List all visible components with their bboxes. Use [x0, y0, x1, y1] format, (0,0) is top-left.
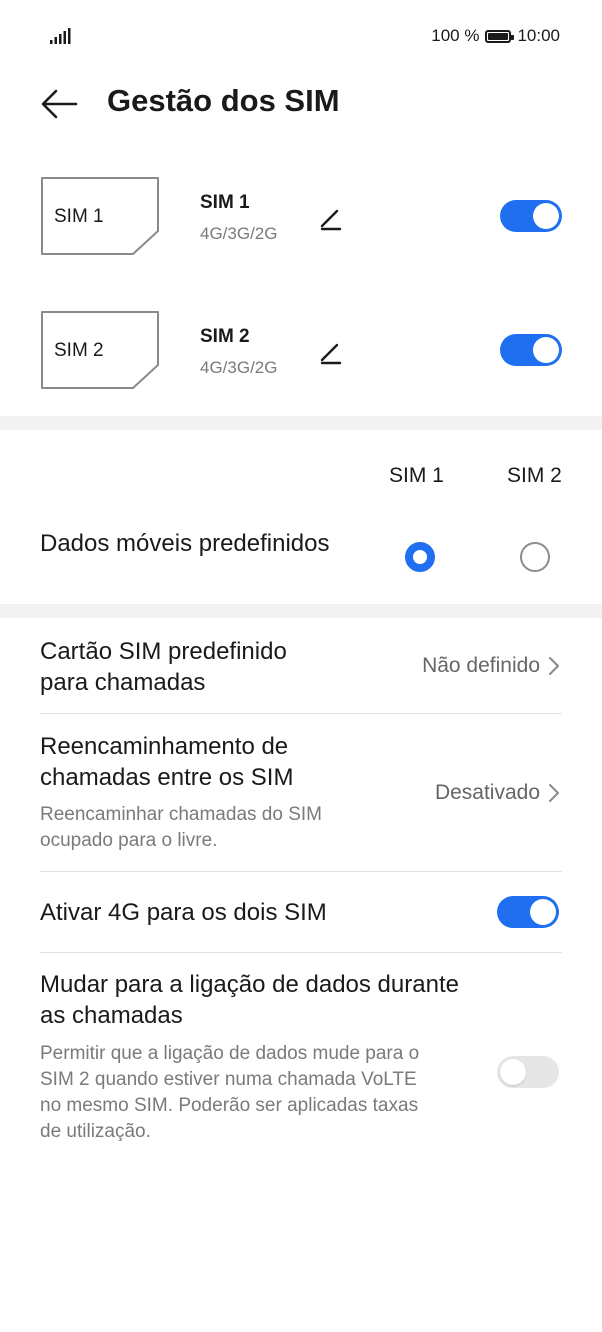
status-right: 100 % 10:00 — [431, 26, 560, 46]
back-arrow-icon[interactable] — [36, 82, 80, 126]
enable-4g-row: Ativar 4G para os dois SIM — [0, 872, 602, 952]
data-switch-title: Mudar para a ligação de dados durante as… — [40, 971, 459, 1029]
sim2-toggle[interactable] — [500, 334, 562, 366]
sim-name: SIM 1 — [200, 192, 250, 213]
call-forwarding-value: Desativado — [435, 781, 560, 805]
battery-fill — [488, 32, 509, 40]
mobile-data-sim1-radio[interactable] — [405, 542, 435, 572]
edit-icon[interactable] — [316, 338, 346, 368]
sim-card-label: SIM 2 — [54, 340, 104, 361]
column-header-sim2: SIM 2 — [507, 464, 562, 487]
data-switch-row: Mudar para a ligação de dados durante as… — [0, 953, 602, 1183]
toggle-knob — [500, 1059, 526, 1085]
sim-network: 4G/3G/2G — [200, 224, 278, 243]
section-divider — [0, 416, 602, 430]
toggle-knob — [533, 203, 559, 229]
default-call-sim-title: Cartão SIM predefinido para chamadas — [40, 638, 287, 696]
column-header-sim1: SIM 1 — [389, 464, 444, 487]
enable-4g-toggle[interactable] — [497, 896, 559, 928]
call-forwarding-value-text: Desativado — [434, 781, 540, 804]
mobile-data-title: Dados móveis predefinidos — [40, 530, 330, 557]
status-bar: 100 % 10:00 — [0, 0, 602, 60]
section-divider — [0, 604, 602, 618]
status-time: 10:00 — [517, 26, 560, 45]
battery-percent: 100 % — [431, 26, 480, 45]
page-title: Gestão dos SIM — [107, 83, 340, 118]
sim2-row: SIM 2 SIM 2 4G/3G/2G — [0, 304, 602, 404]
call-forwarding-subtitle: Reencaminhar chamadas do SIM ocupado par… — [40, 804, 322, 851]
toggle-knob — [533, 337, 559, 363]
sim1-toggle[interactable] — [500, 200, 562, 232]
mobile-data-sim2-radio[interactable] — [520, 542, 550, 572]
default-call-sim-value: Não definido — [422, 654, 560, 678]
sim-network: 4G/3G/2G — [200, 358, 278, 377]
enable-4g-title: Ativar 4G para os dois SIM — [40, 899, 327, 926]
data-switch-toggle[interactable] — [497, 1056, 559, 1088]
default-call-sim-value-text: Não definido — [422, 654, 540, 677]
sim-name: SIM 2 — [200, 326, 250, 347]
sim-card-label: SIM 1 — [54, 206, 104, 227]
call-forwarding-title: Reencaminhamento de chamadas entre os SI… — [40, 733, 294, 791]
data-switch-subtitle: Permitir que a ligação de dados mude par… — [40, 1043, 420, 1142]
chevron-right-icon — [549, 784, 559, 802]
signal-bars-icon — [50, 28, 71, 44]
default-call-sim-row[interactable]: Cartão SIM predefinido para chamadas Não… — [0, 618, 602, 713]
call-forwarding-row[interactable]: Reencaminhamento de chamadas entre os SI… — [0, 714, 602, 871]
toggle-knob — [530, 899, 556, 925]
chevron-right-icon — [549, 657, 559, 675]
edit-icon[interactable] — [316, 204, 346, 234]
sim1-row: SIM 1 SIM 1 4G/3G/2G — [0, 170, 602, 270]
battery-icon — [485, 29, 515, 43]
